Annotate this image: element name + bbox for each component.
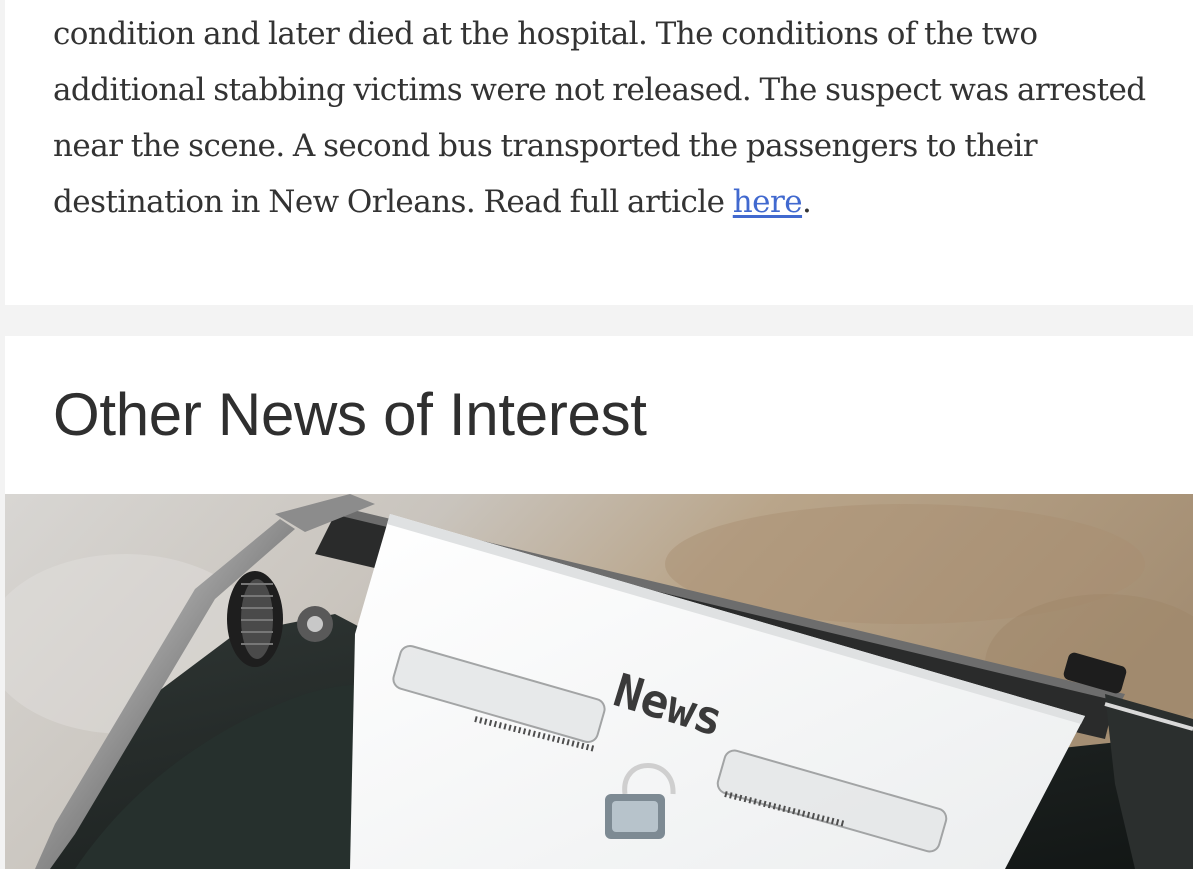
article-line: near the scene. A second bus transported…: [53, 128, 1038, 164]
article-last-line-text: destination in New Orleans. Read full ar…: [53, 184, 733, 220]
section-title: Other News of Interest: [53, 381, 647, 448]
article-line: condition and later died at the hospital…: [53, 16, 1038, 52]
article-last-line-period: .: [802, 184, 812, 220]
typewriter-illustration: News: [5, 494, 1193, 869]
article-body: condition and later died at the hospital…: [53, 6, 1173, 230]
article-card: condition and later died at the hospital…: [5, 0, 1193, 305]
news-typewriter-image[interactable]: News: [5, 494, 1193, 869]
article-last-line: destination in New Orleans. Read full ar…: [53, 174, 1173, 230]
page: condition and later died at the hospital…: [0, 0, 1193, 869]
read-full-article-link[interactable]: here: [733, 184, 803, 220]
article-line: additional stabbing victims were not rel…: [53, 72, 1146, 108]
other-news-section: Other News of Interest News: [5, 336, 1193, 869]
